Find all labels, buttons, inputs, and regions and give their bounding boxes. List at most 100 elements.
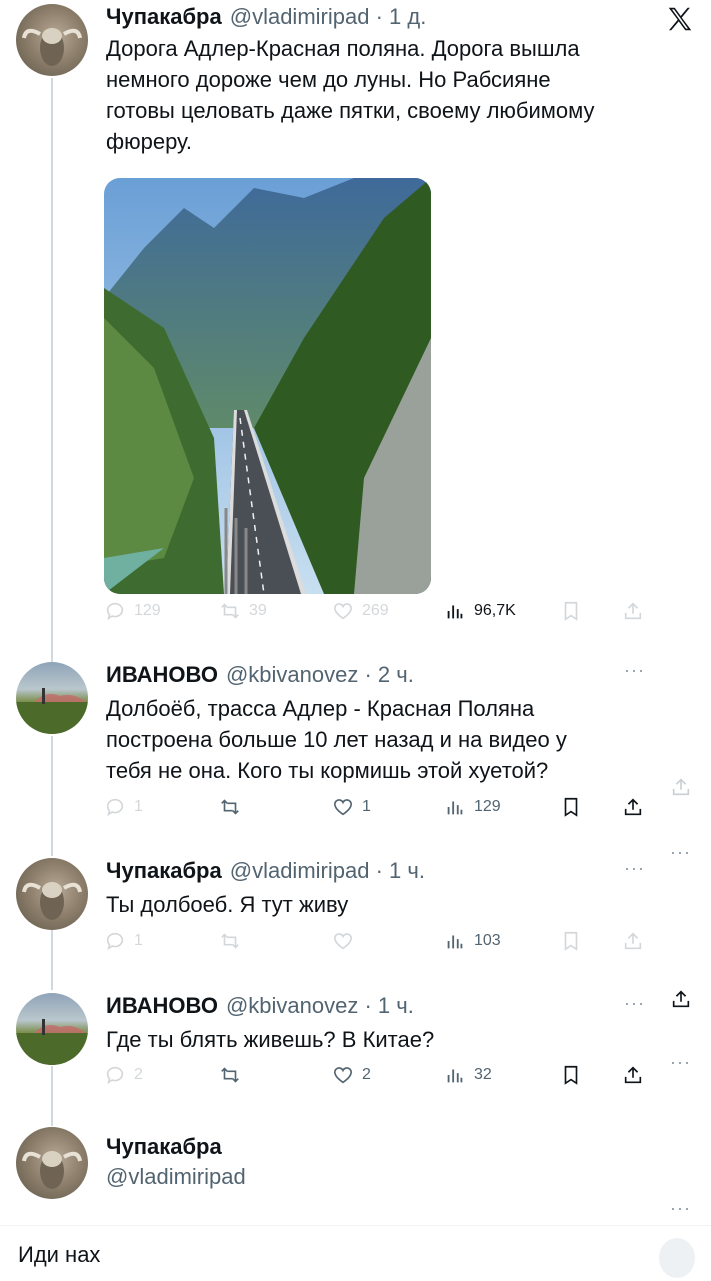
repost-button[interactable] bbox=[219, 1064, 241, 1086]
tweet-line: Дорога Адлер-Красная поляна. Дорога вышл… bbox=[106, 36, 580, 61]
view-count: 129 bbox=[474, 798, 501, 815]
views-button[interactable]: 103 bbox=[444, 930, 501, 952]
repost-icon bbox=[221, 799, 239, 815]
more-icon[interactable]: ··· bbox=[670, 1198, 691, 1219]
reply-count: 2 bbox=[134, 1066, 143, 1083]
share-icon bbox=[624, 602, 642, 620]
like-count: 2 bbox=[362, 1066, 371, 1083]
heart-icon bbox=[333, 933, 353, 950]
reply-icon bbox=[106, 932, 124, 951]
reply-icon bbox=[106, 798, 124, 817]
share-icon bbox=[624, 932, 642, 950]
tweet-line: фюреру. bbox=[106, 129, 192, 154]
author-handle[interactable]: @kbivanovez · 2 ч. bbox=[226, 662, 414, 687]
tweet-header: Чупакабра @vladimiripad · 1 ч. bbox=[106, 858, 425, 884]
like-button[interactable]: 2 bbox=[332, 1064, 371, 1086]
bookmark-icon bbox=[564, 797, 578, 817]
reply-composer: Иди нах bbox=[0, 1225, 711, 1281]
tweet-line: Долбоёб, трасса Адлер - Красная Поляна bbox=[106, 696, 535, 721]
more-icon[interactable]: ··· bbox=[624, 660, 645, 681]
tweet-actions: 1 1 129 bbox=[104, 796, 649, 824]
avatar[interactable] bbox=[16, 993, 88, 1065]
tweet-text: Ты долбоеб. Я тут живу bbox=[106, 889, 348, 920]
tweet-actions: 1 103 bbox=[104, 930, 649, 958]
share-button[interactable] bbox=[622, 796, 644, 818]
reply-button[interactable]: 1 bbox=[104, 796, 143, 818]
more-icon[interactable]: ··· bbox=[670, 1052, 691, 1073]
share-button[interactable] bbox=[622, 930, 644, 952]
tweet-line: тебя не она. Кого ты кормишь этой хуетой… bbox=[106, 758, 549, 783]
author-handle[interactable]: @vladimiripad · 1 д. bbox=[230, 4, 427, 29]
x-logo-icon[interactable] bbox=[665, 4, 695, 34]
author-name[interactable]: ИВАНОВО bbox=[106, 993, 218, 1018]
tweet-header: Чупакабра @vladimiripad · 1 д. bbox=[106, 4, 426, 30]
view-count: 32 bbox=[474, 1066, 492, 1083]
share-button[interactable] bbox=[622, 1064, 644, 1086]
thread-line bbox=[51, 930, 53, 990]
author-handle[interactable]: @kbivanovez · 1 ч. bbox=[226, 993, 414, 1018]
author-name[interactable]: Чупакабра bbox=[106, 4, 222, 29]
author-handle[interactable]: @vladimiripad bbox=[106, 1164, 246, 1190]
views-icon bbox=[447, 605, 463, 619]
reply-input[interactable]: Иди нах bbox=[18, 1242, 100, 1268]
tweet-media-video[interactable] bbox=[104, 178, 431, 594]
share-button[interactable] bbox=[622, 600, 644, 622]
tweet-text: Дорога Адлер-Красная поляна. Дорога вышл… bbox=[106, 33, 595, 157]
tweet-line: немного дороже чем до луны. Но Рабсияне bbox=[106, 67, 551, 92]
share-icon[interactable] bbox=[670, 776, 692, 798]
avatar[interactable] bbox=[16, 1127, 88, 1199]
view-count: 103 bbox=[474, 932, 501, 949]
repost-icon bbox=[221, 933, 239, 949]
like-button[interactable] bbox=[332, 930, 354, 952]
bookmark-button[interactable] bbox=[560, 600, 582, 622]
tweet-line: Ты долбоеб. Я тут живу bbox=[106, 892, 349, 917]
share-icon[interactable] bbox=[670, 988, 692, 1010]
author-name[interactable]: ИВАНОВО bbox=[106, 662, 218, 687]
bookmark-button[interactable] bbox=[560, 930, 582, 952]
timestamp: 1 д. bbox=[389, 4, 427, 29]
repost-icon bbox=[221, 1067, 239, 1083]
like-count: 1 bbox=[362, 798, 371, 815]
bookmark-button[interactable] bbox=[560, 1064, 582, 1086]
avatar[interactable] bbox=[16, 662, 88, 734]
tweet-line: Где ты блять живешь? В Китае? bbox=[106, 1027, 435, 1052]
timestamp: 2 ч. bbox=[377, 662, 414, 687]
tweet-line: построена больше 10 лет назад и на видео… bbox=[106, 727, 567, 752]
views-button[interactable]: 32 bbox=[444, 1064, 492, 1086]
bookmark-icon bbox=[564, 931, 578, 951]
reply-button[interactable]: 2 bbox=[104, 1064, 143, 1086]
timestamp: 1 ч. bbox=[389, 858, 425, 883]
compose-author: Чупакабра @vladimiripad bbox=[106, 1134, 246, 1190]
thread-line bbox=[51, 78, 53, 663]
tweet-actions: 2 2 32 bbox=[104, 1064, 649, 1092]
reply-count: 1 bbox=[134, 798, 143, 815]
author-handle[interactable]: @vladimiripad · 1 ч. bbox=[230, 858, 425, 883]
avatar[interactable] bbox=[16, 858, 88, 930]
reply-button[interactable]: 1 bbox=[104, 930, 143, 952]
more-icon[interactable]: ··· bbox=[670, 842, 691, 863]
tweet-text: Долбоёб, трасса Адлер - Красная Поляна п… bbox=[106, 693, 567, 786]
heart-icon bbox=[333, 799, 353, 816]
send-button[interactable] bbox=[659, 1238, 695, 1278]
bookmark-button[interactable] bbox=[560, 796, 582, 818]
reply-count: 1 bbox=[134, 932, 143, 949]
like-button[interactable]: 1 bbox=[332, 796, 371, 818]
thread-line bbox=[51, 736, 53, 856]
thread-line bbox=[51, 1066, 53, 1126]
more-icon[interactable]: ··· bbox=[624, 858, 645, 879]
tweet-header: ИВАНОВО @kbivanovez · 1 ч. bbox=[106, 993, 414, 1019]
repost-button[interactable] bbox=[219, 796, 249, 818]
views-button[interactable]: 129 bbox=[444, 796, 501, 818]
views-icon bbox=[447, 801, 463, 815]
tweet-text: Где ты блять живешь? В Китае? bbox=[106, 1024, 434, 1055]
author-name[interactable]: Чупакабра bbox=[106, 858, 222, 883]
avatar[interactable] bbox=[16, 4, 88, 76]
more-icon[interactable]: ··· bbox=[624, 993, 645, 1014]
author-name[interactable]: Чупакабра bbox=[106, 1134, 246, 1160]
timestamp: 1 ч. bbox=[377, 993, 414, 1018]
bookmark-icon bbox=[564, 601, 578, 621]
view-count: 96,7K bbox=[474, 602, 516, 619]
repost-button[interactable] bbox=[219, 930, 241, 952]
views-button[interactable]: 96,7K bbox=[444, 600, 516, 622]
tweet-line: готовы целовать даже пятки, своему любим… bbox=[106, 98, 595, 123]
